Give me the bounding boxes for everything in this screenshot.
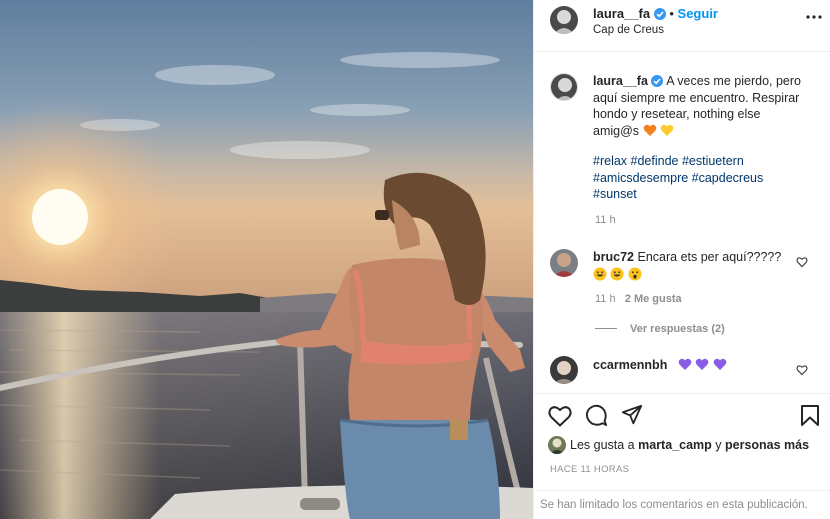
purple-heart-icon xyxy=(695,358,709,370)
caption-username[interactable]: laura__fa xyxy=(593,74,648,88)
post-photo[interactable] xyxy=(0,0,533,519)
comments-limited-notice: Se han limitado los comentarios en esta … xyxy=(534,490,830,519)
surprised-face-icon xyxy=(628,267,642,280)
more-horizontal-icon[interactable] xyxy=(806,15,822,19)
verified-badge-icon xyxy=(653,8,666,20)
comment-icon[interactable] xyxy=(585,404,608,427)
heart-icon[interactable] xyxy=(548,405,572,427)
caption-author-avatar[interactable] xyxy=(550,73,578,101)
comment-avatar-image xyxy=(550,356,578,384)
hashtag-line-2[interactable]: #amicsdesempre #capdecreus xyxy=(593,171,763,185)
send-icon[interactable] xyxy=(621,404,643,426)
separator-dot: • xyxy=(669,6,674,21)
post-side-panel: laura__fa • Seguir Cap de Creus laura__f… xyxy=(533,0,830,519)
comment-text-bruc72: bruc72 Encara ets per aquí????? xyxy=(593,249,803,282)
comment-like-heart-icon[interactable] xyxy=(796,256,808,268)
comment-avatar-image xyxy=(550,249,578,277)
comment-text-ccarmennbh: ccarmennbh xyxy=(593,357,803,374)
view-replies-button[interactable]: Ver respuestas (2) xyxy=(630,323,725,335)
caption-time[interactable]: 11 h xyxy=(595,214,616,226)
post-location[interactable]: Cap de Creus xyxy=(593,24,664,36)
author-avatar-image xyxy=(550,6,578,34)
purple-heart-icon xyxy=(678,358,692,370)
liker-avatar-image xyxy=(548,436,566,454)
grinning-face-icon xyxy=(610,267,624,280)
caption-line-3: hondo y resetear, nothing else xyxy=(593,107,761,121)
post-actions: Les gusta a marta_camp y personas más HA… xyxy=(534,393,830,519)
caption-avatar-image xyxy=(551,74,577,100)
likes-prefix: Les gusta a xyxy=(570,438,635,452)
likes-more[interactable]: personas más xyxy=(725,438,809,452)
purple-heart-icon xyxy=(713,358,727,370)
likes-summary: Les gusta a marta_camp y personas más xyxy=(548,436,809,454)
caption-hashtags[interactable]: #relax #definde #estiuetern #amicsdesemp… xyxy=(593,153,763,203)
comment-like-heart-icon[interactable] xyxy=(796,364,808,376)
post-header: laura__fa • Seguir Cap de Creus xyxy=(534,0,830,52)
comment-emojis xyxy=(593,267,642,281)
comment-username[interactable]: bruc72 xyxy=(593,250,634,264)
hashtag-line-3[interactable]: #sunset xyxy=(593,187,637,201)
yellow-heart-icon xyxy=(660,124,674,136)
orange-heart-icon xyxy=(643,124,656,136)
post-timestamp[interactable]: HACE 11 HORAS xyxy=(550,464,629,475)
caption-line-2: aquí siempre me encuentro. Respirar xyxy=(593,90,800,105)
comment-time[interactable]: 11 h xyxy=(595,293,616,305)
comments-scroll-area[interactable]: laura__fa A veces me pierdo, pero aquí s… xyxy=(534,53,830,393)
author-username[interactable]: laura__fa xyxy=(593,6,650,21)
replies-divider xyxy=(595,328,617,329)
author-avatar[interactable] xyxy=(550,6,578,34)
caption-line-4: amig@s xyxy=(593,123,640,138)
comment-body: Encara ets per aquí????? xyxy=(637,250,782,264)
follow-button[interactable]: Seguir xyxy=(678,6,718,21)
comment-avatar-ccarmennbh[interactable] xyxy=(550,356,578,384)
hashtag-line-1[interactable]: #relax #definde #estiuetern xyxy=(593,154,744,168)
comment-meta: 11 h 2 Me gusta xyxy=(595,293,682,305)
likes-mid: y xyxy=(715,438,722,452)
verified-badge-icon xyxy=(651,75,664,87)
likes-user[interactable]: marta_camp xyxy=(638,438,712,452)
sunset-boat-image xyxy=(0,0,533,519)
caption-text: laura__fa A veces me pierdo, pero aquí s… xyxy=(593,73,823,139)
grinning-face-icon xyxy=(593,267,607,280)
liker-avatar[interactable] xyxy=(548,436,566,454)
caption-line-1: A veces me pierdo, pero xyxy=(666,74,801,88)
comment-username[interactable]: ccarmennbh xyxy=(593,358,667,372)
comment-avatar-bruc72[interactable] xyxy=(550,249,578,277)
bookmark-icon[interactable] xyxy=(800,404,820,427)
comment-likes-count[interactable]: 2 Me gusta xyxy=(625,293,682,305)
